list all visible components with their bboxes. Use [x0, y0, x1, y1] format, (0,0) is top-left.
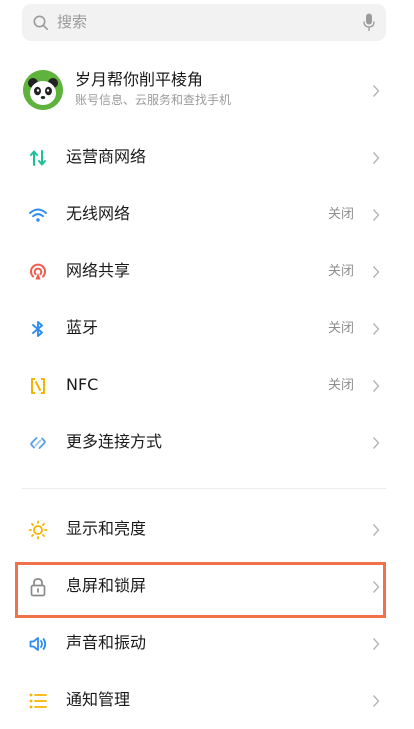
chevron-right-icon [372, 209, 380, 221]
hotspot-icon [30, 263, 46, 280]
settings-item-label: 更多连接方式 [66, 432, 163, 451]
chevron-right-icon [372, 152, 380, 164]
section-divider [22, 488, 386, 489]
panda-avatar-icon [23, 70, 63, 110]
avatar [23, 70, 63, 110]
settings-item-status: 关闭 [327, 321, 354, 336]
settings-item-label: NFC [66, 375, 99, 394]
chevron-right-icon [372, 638, 380, 650]
lock-icon [30, 578, 46, 597]
search-bar[interactable]: 搜索 [22, 4, 386, 41]
settings-item-carrier-network[interactable]: 运营商网络 [0, 130, 414, 186]
chevron-right-icon [372, 581, 380, 593]
account-name: 岁月帮你削平棱角 [75, 70, 204, 89]
nfc-icon [31, 378, 45, 394]
settings-item-label: 声音和振动 [66, 633, 147, 652]
settings-item-label: 运营商网络 [66, 147, 147, 166]
settings-item-bluetooth[interactable]: 蓝牙 关闭 [0, 301, 414, 357]
settings-item-label: 通知管理 [66, 690, 131, 709]
chevron-right-icon [372, 380, 380, 392]
settings-item-nfc[interactable]: NFC 关闭 [0, 358, 414, 414]
search-placeholder: 搜索 [57, 13, 88, 31]
settings-item-more-connections[interactable]: 更多连接方式 [0, 415, 414, 471]
bluetooth-icon [32, 321, 43, 337]
link-icon [30, 437, 46, 449]
settings-item-label: 无线网络 [66, 204, 131, 223]
settings-item-display-brightness[interactable]: 显示和亮度 [0, 502, 414, 558]
account-subtitle: 账号信息、云服务和查找手机 [75, 93, 232, 107]
speaker-icon [29, 637, 47, 651]
settings-item-notifications[interactable]: 通知管理 [0, 673, 414, 729]
settings-item-tethering[interactable]: 网络共享 关闭 [0, 244, 414, 300]
microphone-icon[interactable] [363, 13, 375, 32]
settings-item-wifi[interactable]: 无线网络 关闭 [0, 187, 414, 243]
chevron-right-icon [372, 695, 380, 707]
settings-item-status: 关闭 [327, 378, 354, 393]
chevron-right-icon [372, 524, 380, 536]
settings-item-status: 关闭 [327, 264, 354, 279]
settings-item-label: 息屏和锁屏 [66, 576, 147, 595]
notification-list-icon [29, 693, 47, 709]
settings-item-label: 网络共享 [66, 261, 131, 280]
chevron-right-icon [372, 437, 380, 449]
chevron-right-icon [372, 266, 380, 278]
account-row[interactable]: 岁月帮你削平棱角 账号信息、云服务和查找手机 [0, 62, 414, 120]
settings-item-screen-lock[interactable]: 息屏和锁屏 [0, 559, 414, 615]
settings-item-label: 蓝牙 [66, 318, 99, 337]
brightness-icon [28, 520, 48, 540]
settings-item-sound-vibration[interactable]: 声音和振动 [0, 616, 414, 672]
chevron-right-icon [372, 85, 380, 97]
settings-item-status: 关闭 [327, 207, 354, 222]
chevron-right-icon [372, 323, 380, 335]
settings-item-label: 显示和亮度 [66, 519, 147, 538]
wifi-icon [29, 208, 47, 222]
search-icon [33, 15, 48, 30]
cellular-data-icon [30, 150, 46, 166]
